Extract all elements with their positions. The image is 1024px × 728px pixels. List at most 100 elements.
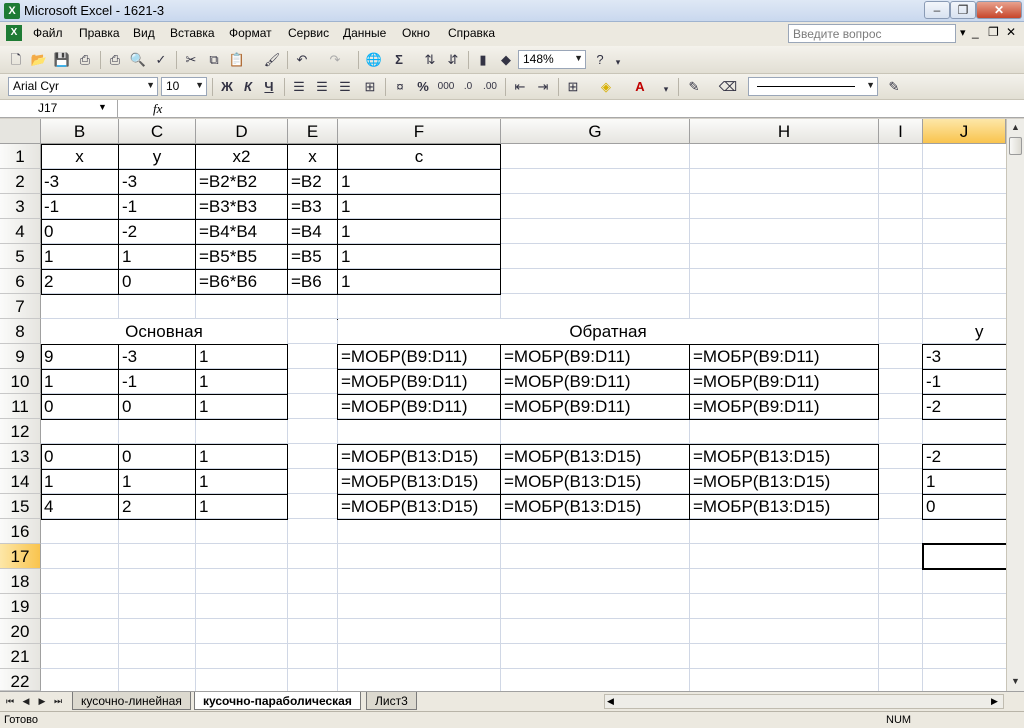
cell-b4[interactable]: 0 [41, 220, 53, 244]
cell-g11[interactable]: =МОБР(B9:D11) [501, 395, 631, 419]
cell-d2[interactable]: =B2*B2 [196, 170, 257, 194]
row-header-7[interactable]: 7 [0, 294, 41, 319]
cell-b14[interactable]: 1 [41, 470, 53, 494]
align-right-icon[interactable]: ☰ [335, 77, 355, 97]
menu-help[interactable]: Справка [448, 26, 495, 40]
cell-f4[interactable]: 1 [338, 220, 350, 244]
row-header-3[interactable]: 3 [0, 194, 41, 219]
undo-icon[interactable]: ↶ [292, 50, 312, 70]
row-header-13[interactable]: 13 [0, 444, 41, 469]
column-header-i[interactable]: I [879, 119, 923, 144]
scroll-left-icon[interactable]: ◀ [607, 696, 614, 707]
cell-e5[interactable]: =B5 [288, 245, 322, 269]
cell-j15[interactable]: 0 [923, 495, 935, 519]
cell-b2[interactable]: -3 [41, 170, 59, 194]
cell-f13[interactable]: =МОБР(B13:D15) [338, 445, 478, 469]
column-header-g[interactable]: G [501, 119, 690, 144]
cell-c14[interactable]: 1 [119, 470, 131, 494]
cell-b13[interactable]: 0 [41, 445, 53, 469]
cell-e3[interactable]: =B3 [288, 195, 322, 219]
cell-b6[interactable]: 2 [41, 270, 53, 294]
chart-wizard-icon[interactable]: ▮ [473, 50, 493, 70]
cell-h9[interactable]: =МОБР(B9:D11) [690, 345, 820, 369]
fill-color-icon[interactable]: ◈ [596, 77, 616, 97]
spelling-icon[interactable]: ✓ [151, 50, 171, 70]
row-header-19[interactable]: 19 [0, 594, 41, 619]
italic-button[interactable]: К [238, 77, 258, 97]
cell-d5[interactable]: =B5*B5 [196, 245, 257, 269]
cell-g14[interactable]: =МОБР(B13:D15) [501, 470, 641, 494]
label-inverse[interactable]: Обратная [338, 319, 878, 344]
cell-c13[interactable]: 0 [119, 445, 131, 469]
doc-minimize-icon[interactable]: _ [972, 25, 979, 39]
select-all-corner[interactable] [0, 119, 41, 144]
cell-h11[interactable]: =МОБР(B9:D11) [690, 395, 820, 419]
cell-e6[interactable]: =B6 [288, 270, 322, 294]
sort-ascending-icon[interactable]: ⇅ [420, 50, 440, 70]
save-icon[interactable]: 💾 [52, 50, 72, 70]
cut-icon[interactable]: ✂ [181, 50, 201, 70]
cell-f3[interactable]: 1 [338, 195, 350, 219]
row-header-4[interactable]: 4 [0, 219, 41, 244]
doc-restore-icon[interactable]: ❐ [988, 25, 999, 39]
cell-c10[interactable]: -1 [119, 370, 137, 394]
workbook-icon[interactable]: X [6, 25, 22, 41]
scroll-right-icon[interactable]: ▶ [991, 696, 998, 707]
active-cell-j17[interactable] [922, 543, 1006, 570]
cell-b5[interactable]: 1 [41, 245, 53, 269]
cell-d9[interactable]: 1 [196, 345, 208, 369]
cell-c1[interactable]: y [119, 145, 195, 169]
decrease-indent-icon[interactable]: ⇤ [510, 77, 530, 97]
close-button[interactable]: ✕ [976, 1, 1022, 19]
sheet-tab-2[interactable]: кусочно-параболическая [194, 692, 361, 710]
row-header-10[interactable]: 10 [0, 369, 41, 394]
row-header-11[interactable]: 11 [0, 394, 41, 419]
cell-f10[interactable]: =МОБР(B9:D11) [338, 370, 468, 394]
menu-insert[interactable]: Вставка [170, 26, 215, 40]
cell-e2[interactable]: =B2 [288, 170, 322, 194]
cell-b3[interactable]: -1 [41, 195, 59, 219]
cell-f9[interactable]: =МОБР(B9:D11) [338, 345, 468, 369]
cell-c9[interactable]: -3 [119, 345, 137, 369]
cell-b9[interactable]: 9 [41, 345, 53, 369]
cell-d1[interactable]: x2 [196, 145, 287, 169]
font-size-select[interactable]: 10 ▼ [161, 77, 207, 96]
cell-j10[interactable]: -1 [923, 370, 941, 394]
row-header-1[interactable]: 1 [0, 144, 41, 169]
row-header-18[interactable]: 18 [0, 569, 41, 594]
print-icon[interactable]: ⎙ [105, 50, 125, 70]
cell-f11[interactable]: =МОБР(B9:D11) [338, 395, 468, 419]
column-header-j[interactable]: J [923, 119, 1006, 144]
cell-c6[interactable]: 0 [119, 270, 131, 294]
cell-d15[interactable]: 1 [196, 495, 208, 519]
row-header-20[interactable]: 20 [0, 619, 41, 644]
menu-tools[interactable]: Сервис [288, 26, 329, 40]
autosum-icon[interactable]: Σ [389, 50, 409, 70]
cell-f5[interactable]: 1 [338, 245, 350, 269]
name-box[interactable]: J17 ▼ [0, 100, 118, 118]
scroll-thumb[interactable] [1009, 137, 1022, 155]
cell-c15[interactable]: 2 [119, 495, 131, 519]
cell-f14[interactable]: =МОБР(B13:D15) [338, 470, 478, 494]
menu-view[interactable]: Вид [133, 26, 155, 40]
sheet-tab-1[interactable]: кусочно-линейная [72, 692, 191, 710]
insert-function-icon[interactable]: fx [153, 101, 162, 117]
menu-edit[interactable]: Правка [79, 26, 120, 40]
help-dropdown-icon[interactable]: ▾ [960, 26, 966, 39]
cell-h15[interactable]: =МОБР(B13:D15) [690, 495, 830, 519]
menu-file[interactable]: Файл [33, 26, 63, 40]
column-header-f[interactable]: F [338, 119, 501, 144]
row-header-9[interactable]: 9 [0, 344, 41, 369]
drawing-icon[interactable]: ◆ [496, 50, 516, 70]
cell-d10[interactable]: 1 [196, 370, 208, 394]
toolbar-options-icon[interactable]: ▾ [608, 52, 628, 72]
scroll-down-icon[interactable]: ▼ [1007, 673, 1024, 690]
permission-icon[interactable]: ⎙ [75, 50, 95, 70]
format-painter-icon[interactable]: 🖌 [262, 50, 282, 70]
cell-b11[interactable]: 0 [41, 395, 53, 419]
minimize-button[interactable]: – [924, 1, 950, 19]
cell-e1[interactable]: x [288, 145, 337, 169]
menu-format[interactable]: Формат [229, 26, 272, 40]
row-header-14[interactable]: 14 [0, 469, 41, 494]
cell-d4[interactable]: =B4*B4 [196, 220, 257, 244]
